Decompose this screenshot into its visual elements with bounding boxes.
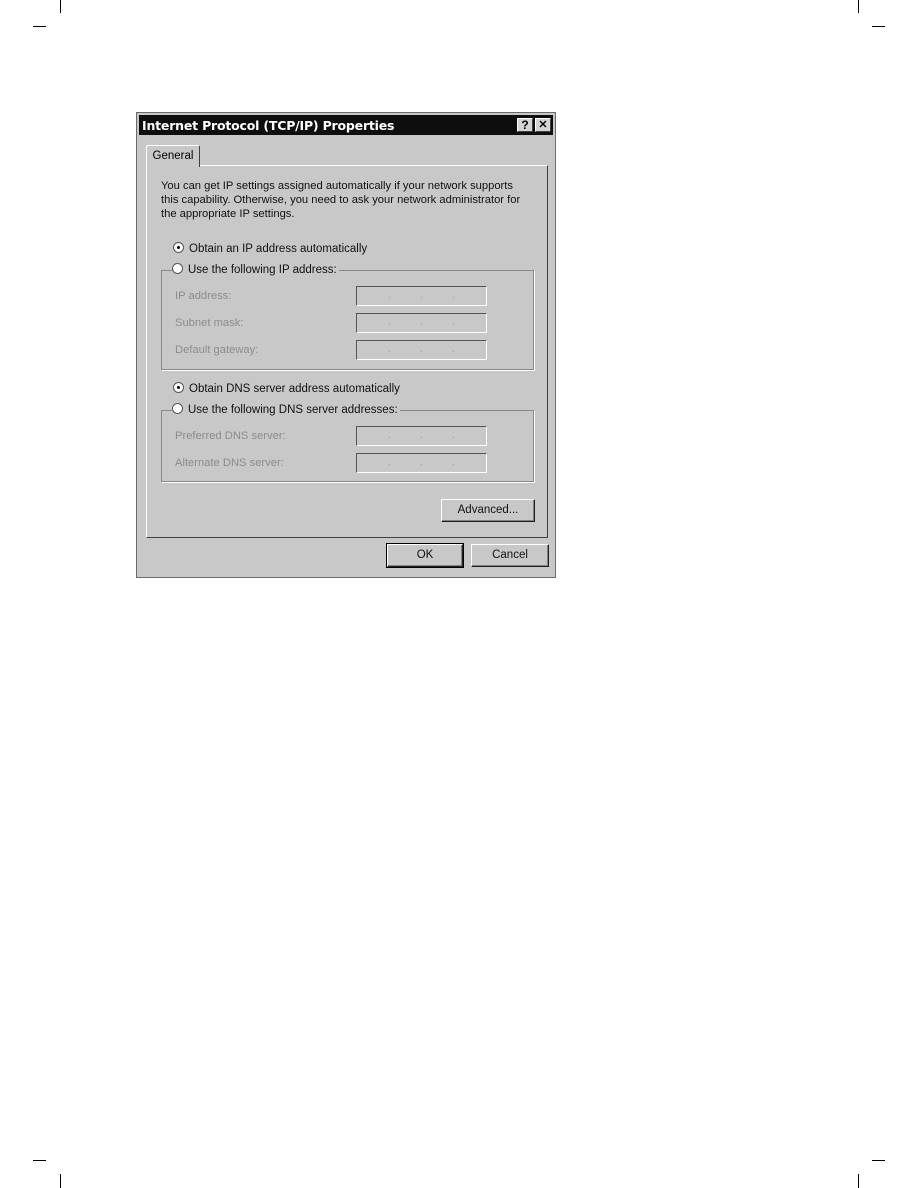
radio-use-following-ip[interactable]: Use the following IP address: [172,263,339,276]
crop-mark [872,26,885,27]
crop-mark [858,0,859,13]
radio-label: Use the following IP address: [188,264,337,276]
radio-unselected-icon [172,263,183,274]
tcpip-properties-dialog: Internet Protocol (TCP/IP) Properties ? … [136,112,556,578]
preferred-dns-label: Preferred DNS server: [175,430,286,442]
subnet-mask-label: Subnet mask: [175,317,244,329]
dns-server-group: Use the following DNS server addresses: … [161,403,534,482]
title-bar[interactable]: Internet Protocol (TCP/IP) Properties ? … [139,115,553,135]
radio-obtain-dns-auto[interactable]: Obtain DNS server address automatically [173,382,400,395]
default-gateway-field[interactable]: ... [356,340,487,360]
radio-label: Obtain an IP address automatically [189,243,368,255]
ok-button[interactable]: OK [386,543,464,568]
radio-use-following-dns[interactable]: Use the following DNS server addresses: [172,403,400,416]
radio-selected-icon [173,382,184,393]
tab-general[interactable]: General [146,145,200,167]
close-button[interactable]: ✕ [535,118,551,132]
ip-address-group: Use the following IP address: IP address… [161,263,534,370]
general-tab-panel: You can get IP settings assigned automat… [146,165,548,538]
radio-label: Obtain DNS server address automatically [189,383,400,395]
subnet-mask-field[interactable]: ... [356,313,487,333]
crop-mark [60,0,61,13]
ip-address-label: IP address: [175,290,232,302]
default-gateway-label: Default gateway: [175,344,259,356]
crop-mark [33,1160,46,1161]
help-button[interactable]: ? [517,118,533,132]
crop-mark [872,1160,885,1161]
radio-obtain-ip-auto[interactable]: Obtain an IP address automatically [173,242,367,255]
description-text: You can get IP settings assigned automat… [161,180,521,220]
crop-mark [33,26,46,27]
help-icon: ? [521,118,529,132]
crop-mark [858,1174,859,1188]
crop-mark [60,1174,61,1188]
preferred-dns-field[interactable]: ... [356,426,487,446]
radio-unselected-icon [172,403,183,414]
close-icon: ✕ [538,119,548,131]
dialog-title: Internet Protocol (TCP/IP) Properties [142,118,395,133]
ip-address-field[interactable]: ... [356,286,487,306]
cancel-button[interactable]: Cancel [471,544,549,567]
radio-selected-icon [173,242,184,253]
advanced-button[interactable]: Advanced... [441,499,535,522]
alternate-dns-field[interactable]: ... [356,453,487,473]
alternate-dns-label: Alternate DNS server: [175,457,284,469]
radio-label: Use the following DNS server addresses: [188,404,398,416]
